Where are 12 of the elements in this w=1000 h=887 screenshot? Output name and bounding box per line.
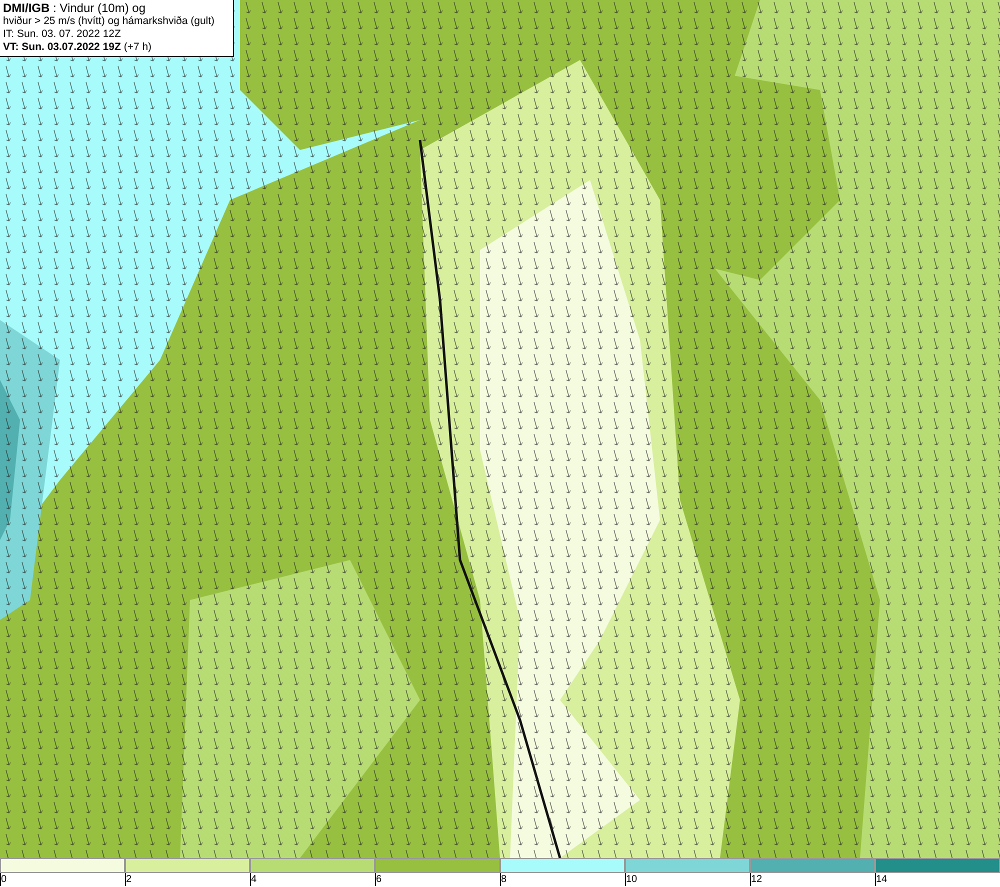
info-text: hviður > 25 m/s (hvítt) og hámarkshviða (gult) xyxy=(3,15,216,28)
legend-tick-label: 6 xyxy=(375,873,382,886)
legend-tick-label: 4 xyxy=(250,873,257,886)
info-text: VT: Sun. 03.07.2022 19Z (+7 h) xyxy=(3,41,153,54)
legend-tick-label: 0 xyxy=(0,873,7,886)
info-text: IT: Sun. 03. 07. 2022 12Z xyxy=(3,28,122,41)
legend-tick-label: 10 xyxy=(625,873,638,886)
legend-tick-label: 2 xyxy=(125,873,132,886)
legend-tick-label: 12 xyxy=(750,873,762,886)
legend-tick-label: 8 xyxy=(500,873,507,886)
info-text: DMI/IGB : Vindur (10m) og xyxy=(3,2,146,15)
legend-tick-label: 14 xyxy=(875,873,888,886)
